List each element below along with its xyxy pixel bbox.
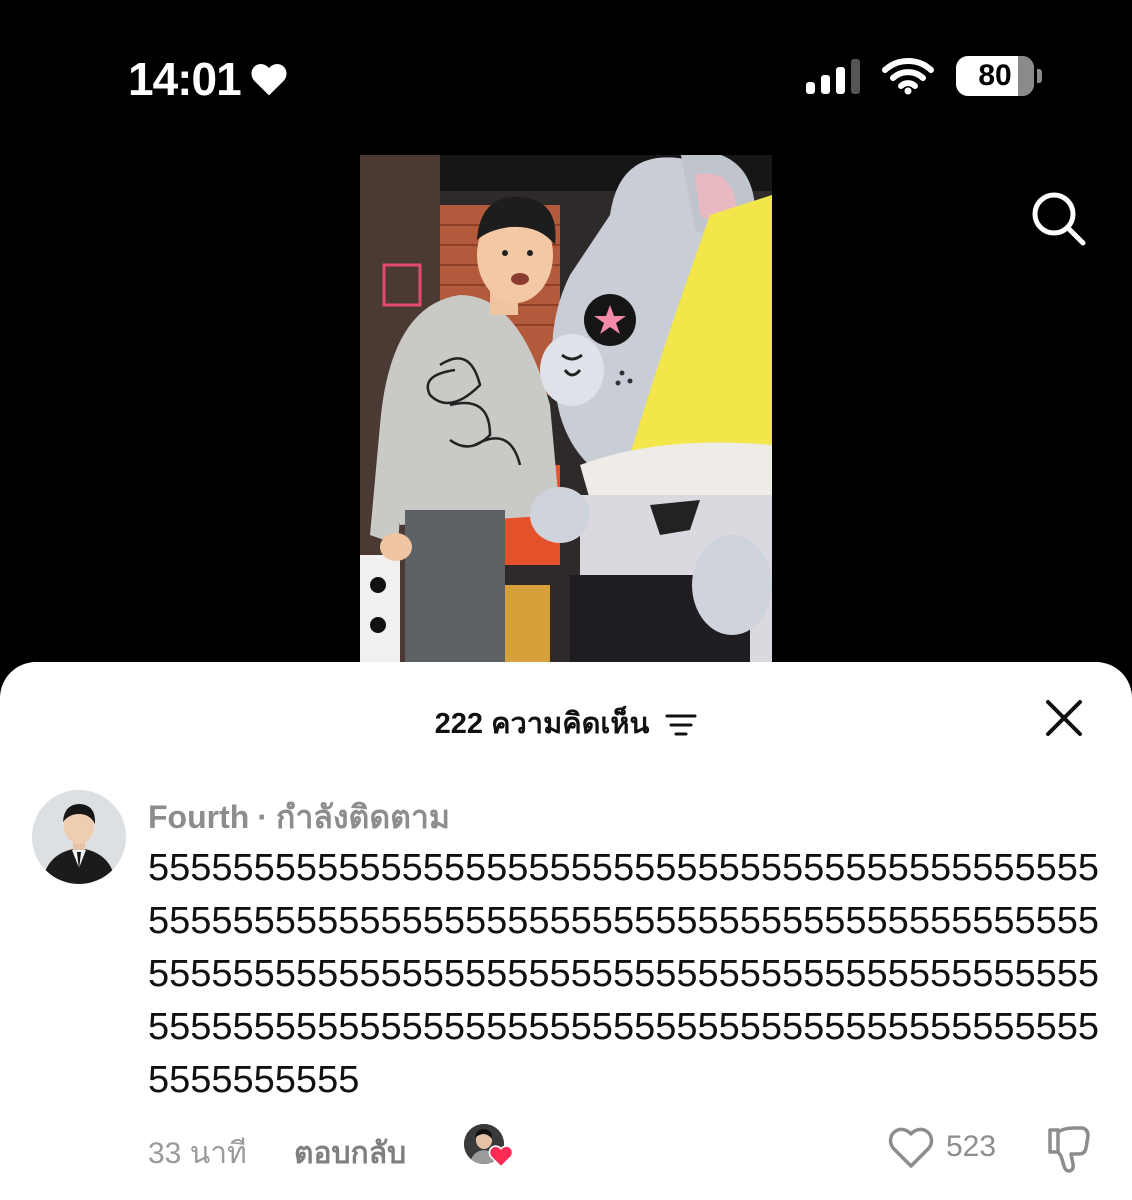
status-indicators: 80 bbox=[806, 56, 1042, 96]
comment-text: 5555555555555555555555555555555555555555… bbox=[148, 847, 1100, 1101]
comments-title: ความคิดเห็น bbox=[491, 708, 650, 740]
heart-icon bbox=[251, 64, 287, 96]
comments-header: 222 ความคิดเห็น bbox=[0, 700, 1132, 746]
like-heart-icon[interactable] bbox=[888, 1126, 934, 1170]
battery-icon: 80 bbox=[956, 56, 1042, 96]
comments-sheet: 222 ความคิดเห็น Fourth · กำลังติดตาม 55555… bbox=[0, 662, 1132, 1200]
cellular-signal-icon bbox=[806, 58, 860, 94]
comment-actions: 33 นาที ตอบกลับ 523 bbox=[148, 1120, 1098, 1180]
reply-button[interactable]: ตอบกลับ bbox=[294, 1130, 406, 1177]
comment-timestamp: 33 นาที bbox=[148, 1137, 247, 1170]
search-icon[interactable] bbox=[1028, 188, 1088, 248]
clock: 14:01 bbox=[128, 53, 242, 105]
comment-count: 222 bbox=[434, 708, 484, 740]
video-player[interactable] bbox=[360, 155, 772, 665]
creator-heart-icon bbox=[488, 1145, 514, 1168]
close-icon[interactable] bbox=[1044, 698, 1084, 738]
dislike-icon[interactable] bbox=[1044, 1124, 1092, 1174]
status-time: 14:01 bbox=[128, 52, 289, 106]
video-frame bbox=[360, 155, 772, 665]
commenter-username[interactable]: Fourth bbox=[148, 799, 249, 835]
like-count: 523 bbox=[946, 1130, 997, 1163]
comment-meta: Fourth · กำลังติดตาม bbox=[148, 799, 450, 835]
following-status: กำลังติดตาม bbox=[275, 799, 450, 835]
sort-filter-icon[interactable] bbox=[665, 712, 697, 738]
commenter-avatar[interactable] bbox=[32, 790, 126, 884]
wifi-icon bbox=[882, 58, 934, 95]
battery-level: 80 bbox=[978, 59, 1012, 92]
